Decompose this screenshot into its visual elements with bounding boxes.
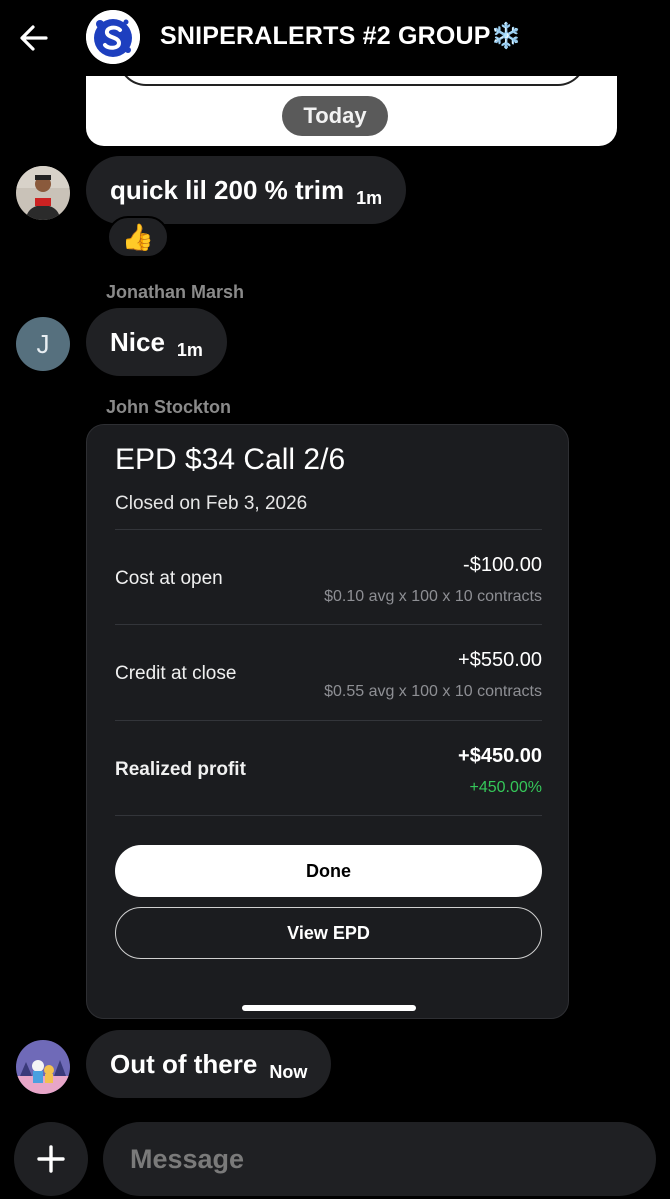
add-attachment-button[interactable] [14,1122,88,1196]
profit-percent: +450.00% [469,779,542,796]
drag-handle[interactable] [242,1005,416,1011]
trade-closed-date: Closed on Feb 3, 2026 [115,493,308,514]
view-epd-button[interactable]: View EPD [115,907,542,959]
row-detail: $0.55 avg x 100 x 10 contracts [324,683,542,700]
credit-at-close-row: Credit at close +$550.00 $0.55 avg x 100… [115,624,542,719]
message-time: 1m [356,187,383,208]
row-value: +$550.00 [458,649,542,671]
group-avatar[interactable] [86,10,140,64]
snowflake-icon: ❄️ [490,22,522,50]
row-label: Cost at open [115,568,223,589]
sender-name: John Stockton [106,397,231,417]
message-bubble[interactable]: Out of there Now [86,1030,332,1098]
message-text: quick lil 200 % trim [110,174,345,205]
back-button[interactable] [14,18,54,58]
reaction-badge[interactable]: 👍 [107,216,169,258]
message-text: Out of there [110,1048,258,1079]
row-value: +$450.00 [458,745,542,767]
plus-icon [37,1145,65,1173]
done-button[interactable]: Done [115,845,542,897]
thumbs-up-icon: 👍 [121,221,155,252]
avatar[interactable]: J [16,317,70,371]
trade-summary-card: EPD $34 Call 2/6 Closed on Feb 3, 2026 C… [86,424,569,1019]
row-detail: $0.10 avg x 100 x 10 contracts [324,588,542,605]
avatar[interactable] [16,166,70,220]
message-input[interactable] [103,1122,656,1196]
back-arrow-icon [20,25,48,51]
row-label: Credit at close [115,663,237,684]
row-label: Realized profit [115,759,246,780]
group-title[interactable]: SNIPERALERTS #2 GROUP❄️ [160,22,522,51]
cost-at-open-row: Cost at open -$100.00 $0.10 avg x 100 x … [115,529,542,624]
message-time: 1m [176,339,203,360]
date-chip: Today [282,96,388,136]
avatar[interactable] [16,1040,70,1094]
message-text: Nice [110,326,165,357]
message-time: Now [269,1061,308,1082]
row-value: -$100.00 [463,554,542,576]
chat-header: SNIPERALERTS #2 GROUP❄️ [0,0,670,76]
avatar-initial: J [36,328,50,359]
divider [115,815,542,816]
sender-name: Jonathan Marsh [106,282,245,302]
message-bubble[interactable]: Nice 1m [86,308,227,376]
realized-profit-row: Realized profit +$450.00 +450.00% [115,720,542,815]
trade-title: EPD $34 Call 2/6 [115,443,346,476]
message-bubble[interactable]: quick lil 200 % trim 1m [86,156,407,224]
